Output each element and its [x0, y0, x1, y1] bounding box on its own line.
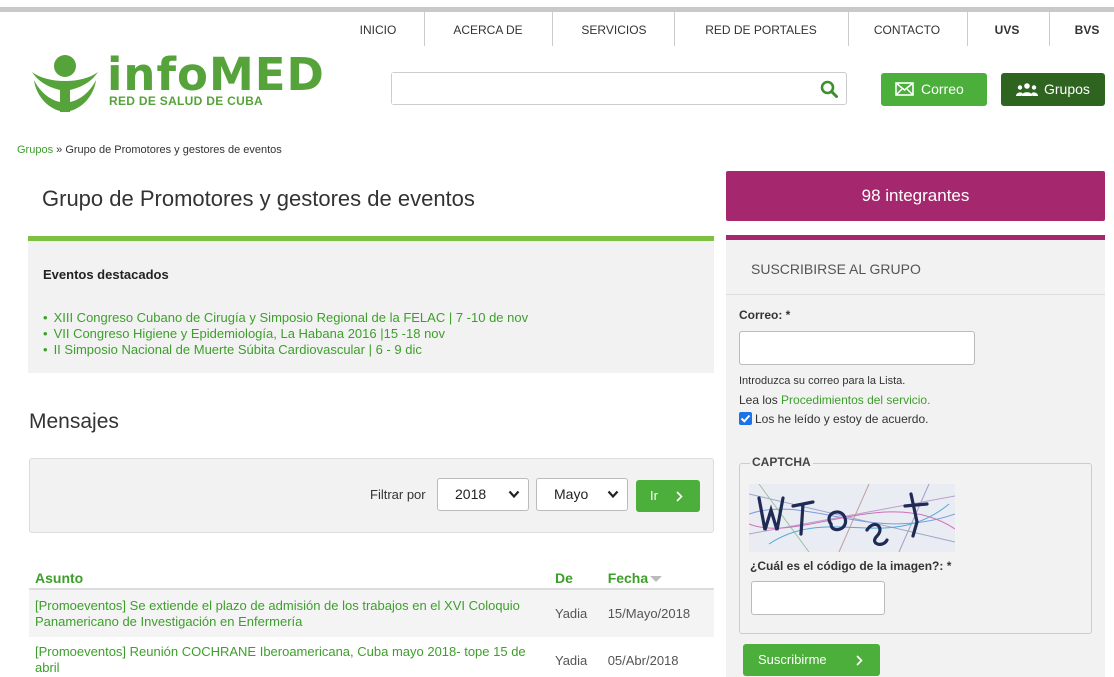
featured-event-item[interactable]: XIII Congreso Cubano de Cirugía y Simpos… — [43, 310, 529, 326]
nav-acerca-de[interactable]: ACERCA DE — [440, 12, 536, 46]
nav-divider — [848, 12, 849, 46]
captcha-question: ¿Cuál es el código de la imagen?: * — [750, 559, 952, 573]
captcha-image — [749, 484, 955, 552]
envelope-icon — [895, 82, 914, 96]
message-subject-link[interactable]: [Promoeventos] Reunión COCHRANE Iberoame… — [29, 637, 549, 677]
nav-servicios[interactable]: SERVICIOS — [568, 12, 660, 46]
subscribe-panel: SUSCRIBIRSE AL GRUPO Correo: * Introduzc… — [726, 235, 1105, 677]
table-row: [Promoeventos] Se extiende el plazo de a… — [29, 589, 714, 637]
featured-events-heading: Eventos destacados — [43, 267, 169, 282]
agree-label: Los he leído y estoy de acuerdo. — [755, 412, 929, 426]
nav-divider — [1049, 12, 1050, 46]
search-icon[interactable] — [820, 80, 838, 98]
search-box — [391, 72, 847, 105]
agree-checkbox-row[interactable]: Los he leído y estoy de acuerdo. — [739, 412, 928, 426]
subscribe-button[interactable]: Suscribirme — [743, 644, 880, 676]
correo-label: Correo — [921, 81, 964, 97]
year-select-value: 2018 — [455, 486, 487, 502]
message-sender: Yadia — [555, 652, 588, 668]
logo-tagline: RED DE SALUD DE CUBA — [109, 94, 264, 108]
person-logo-icon — [32, 55, 98, 112]
breadcrumb: Grupos » Grupo de Promotores y gestores … — [17, 144, 282, 156]
infomed-logo[interactable]: infoMED RED DE SALUD DE CUBA — [30, 50, 324, 112]
logo-wordmark: infoMED — [107, 48, 325, 101]
subscribe-button-label: Suscribirme — [758, 652, 827, 667]
users-group-icon — [1016, 83, 1038, 96]
grupos-label: Grupos — [1044, 81, 1090, 97]
message-sender: Yadia — [549, 589, 602, 637]
message-date: 05/Abr/2018 — [607, 652, 679, 668]
email-field-label: Correo: * — [739, 308, 791, 322]
column-asunto[interactable]: Asunto — [29, 561, 549, 590]
email-hint: Introduzca su correo para la Lista. — [739, 375, 906, 387]
filter-panel: Filtrar por 2018 Mayo Ir — [29, 458, 714, 533]
captcha-fieldset: CAPTCHA ¿Cuál es el código de la imagen?… — [739, 455, 1092, 634]
nav-red-de-portales[interactable]: RED DE PORTALES — [690, 12, 832, 46]
email-field[interactable] — [739, 331, 975, 365]
column-fecha-label: Fecha — [607, 570, 649, 586]
grupos-button[interactable]: Grupos — [1001, 73, 1105, 106]
filter-label: Filtrar por — [370, 487, 426, 502]
messages-heading: Mensajes — [29, 410, 119, 433]
featured-event-item[interactable]: VII Congreso Higiene y Epidemiología, La… — [43, 326, 528, 342]
table-row: [Promoeventos] Reunión COCHRANE Iberoame… — [29, 637, 714, 677]
column-de[interactable]: De — [549, 561, 602, 590]
correo-button[interactable]: Correo — [881, 73, 987, 106]
agree-checkbox[interactable] — [739, 412, 752, 425]
nav-uvs[interactable]: UVS — [980, 12, 1034, 46]
nav-divider — [424, 12, 425, 46]
nav-bvs[interactable]: BVS — [1060, 12, 1114, 46]
members-count-badge[interactable]: 98 integrantes — [726, 171, 1105, 221]
breadcrumb-grupos-link[interactable]: Grupos — [17, 144, 53, 156]
nav-inicio[interactable]: INICIO — [345, 12, 411, 46]
group-title-box: Grupo de Promotores y gestores de evento… — [28, 174, 714, 224]
sort-desc-icon — [650, 576, 663, 583]
month-select-value: Mayo — [554, 486, 589, 502]
nav-divider — [674, 12, 675, 46]
subscribe-header: SUSCRIBIRSE AL GRUPO — [726, 240, 1105, 295]
procedures-link[interactable]: Procedimientos del servicio. — [781, 393, 930, 407]
message-subject-link[interactable]: [Promoeventos] Se extiende el plazo de a… — [29, 589, 549, 637]
captcha-input[interactable] — [751, 581, 885, 615]
message-date: 15/Mayo/2018 — [601, 589, 714, 637]
messages-table: Asunto De Fecha [Promoeventos] Se extien… — [29, 561, 714, 677]
chevron-down-icon — [607, 490, 619, 499]
filter-go-button[interactable]: Ir — [636, 480, 700, 512]
captcha-legend: CAPTCHA — [750, 455, 813, 469]
procedures-note: Lea los Procedimientos del servicio. — [739, 393, 930, 407]
captcha-noise-image — [749, 484, 955, 552]
top-navigation: INICIO ACERCA DE SERVICIOS RED DE PORTAL… — [0, 12, 1114, 46]
breadcrumb-current: Grupo de Promotores y gestores de evento… — [65, 144, 282, 156]
table-header-row: Asunto De Fecha — [29, 561, 714, 590]
nav-divider — [967, 12, 968, 46]
filter-go-label: Ir — [650, 488, 658, 503]
page-title: Grupo de Promotores y gestores de evento… — [42, 186, 475, 211]
subscribe-heading: SUSCRIBIRSE AL GRUPO — [751, 261, 921, 277]
breadcrumb-separator: » — [56, 144, 63, 156]
chevron-right-icon — [676, 491, 683, 502]
featured-events-list: XIII Congreso Cubano de Cirugía y Simpos… — [43, 310, 529, 358]
search-input[interactable] — [392, 73, 802, 104]
month-select[interactable]: Mayo — [536, 478, 628, 511]
procedures-prefix: Lea los — [739, 393, 778, 407]
nav-divider — [552, 12, 553, 46]
year-select[interactable]: 2018 — [437, 478, 529, 511]
featured-event-item[interactable]: II Simposio Nacional de Muerte Súbita Ca… — [43, 342, 528, 358]
nav-contacto[interactable]: CONTACTO — [862, 12, 952, 46]
chevron-right-icon — [856, 655, 863, 666]
check-icon — [740, 414, 751, 423]
featured-events-panel: Eventos destacados XIII Congreso Cubano … — [28, 236, 714, 373]
column-fecha[interactable]: Fecha — [601, 561, 714, 590]
chevron-down-icon — [508, 490, 520, 499]
